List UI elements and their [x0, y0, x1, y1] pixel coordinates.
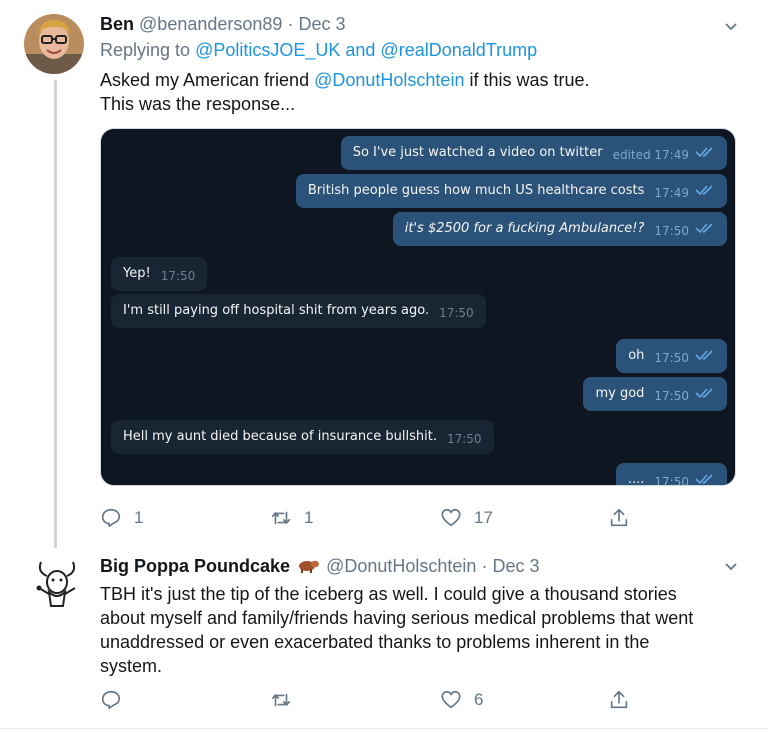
user-handle[interactable]: @DonutHolschtein	[326, 556, 476, 576]
chat-message-time: 17:50	[654, 389, 689, 403]
tweet-big-poppa-poundcake[interactable]: Big Poppa Poundcake @DonutHolschtein · D…	[0, 548, 768, 732]
chat-message-text: Yep!	[123, 266, 151, 281]
chat-message-time: 17:50	[439, 306, 474, 320]
reply-icon	[101, 508, 121, 528]
replying-to-users-link[interactable]: @PoliticsJOE_UK and @realDonaldTrump	[195, 40, 537, 60]
double-check-icon	[695, 185, 713, 196]
display-name[interactable]: Ben	[100, 14, 134, 34]
chat-message-time: 17:50	[654, 351, 689, 365]
share-button[interactable]	[608, 506, 630, 530]
retweet-button[interactable]: 1	[270, 506, 313, 530]
tweet-text-line: TBH it's just the tip of the iceberg as …	[100, 584, 677, 604]
chat-message-time: edited 17:49	[612, 148, 689, 162]
chat-message: Hell my aunt died because of insurance b…	[111, 420, 494, 454]
avatar[interactable]	[27, 554, 87, 614]
chat-message-text: I'm still paying off hospital shit from …	[123, 303, 430, 318]
chat-message: Yep! 17:50	[111, 257, 208, 291]
chat-message-time: 17:50	[654, 224, 689, 238]
double-check-icon	[695, 147, 713, 158]
chat-message-time: 17:50	[160, 269, 196, 283]
tweet-header: Ben @benanderson89 · Dec 3	[100, 14, 345, 35]
replying-prefix: Replying to	[100, 40, 191, 60]
double-check-icon	[695, 350, 713, 361]
tweet-text-line: unaddressed or even exacerbated thanks t…	[100, 632, 650, 652]
retweet-button[interactable]	[270, 688, 304, 712]
tweet-text-line: This was the response...	[100, 94, 296, 114]
like-button[interactable]: 17	[440, 506, 493, 530]
tweet-text-line: about myself and family/friends having s…	[100, 608, 694, 628]
chat-message: So I've just watched a video on twitter e…	[340, 136, 727, 170]
share-button[interactable]	[608, 688, 630, 712]
avatar[interactable]	[24, 14, 84, 74]
chat-message-text: ....	[627, 472, 645, 486]
tweet-date[interactable]: Dec 3	[492, 556, 539, 576]
chat-message-text: Hell my aunt died because of insurance b…	[123, 429, 437, 444]
chat-screenshot-image[interactable]: So I've just watched a video on twitter e…	[100, 128, 736, 486]
reply-count: 1	[134, 508, 144, 527]
tweet-text: TBH it's just the tip of the iceberg as …	[100, 582, 693, 678]
heart-icon	[441, 690, 461, 709]
display-name[interactable]: Big Poppa Poundcake	[100, 556, 290, 576]
replying-to: Replying to @PoliticsJOE_UK and @realDon…	[100, 40, 537, 61]
mention-link[interactable]: @DonutHolschtein	[314, 70, 464, 90]
bottom-divider	[0, 728, 768, 729]
double-check-icon	[695, 223, 713, 234]
chat-message: oh 17:50	[616, 339, 727, 373]
tweet-header: Big Poppa Poundcake @DonutHolschtein · D…	[100, 556, 539, 577]
chat-message: .... 17:50	[615, 463, 727, 486]
chat-message-text: oh	[628, 348, 645, 363]
chat-message: my god 17:50	[583, 377, 727, 411]
chat-message-text: it's $2500 for a fucking Ambulance!?	[404, 221, 645, 236]
double-check-icon	[695, 388, 713, 399]
tweet-text: Asked my American friend @DonutHolschtei…	[100, 68, 590, 116]
heart-icon	[441, 508, 461, 527]
share-icon	[610, 690, 628, 709]
like-count: 17	[474, 508, 493, 527]
chat-message-time: 17:50	[654, 475, 689, 486]
chat-message: it's $2500 for a fucking Ambulance!? 17:5…	[392, 212, 727, 246]
retweet-icon	[271, 511, 291, 525]
cow-emoji-icon	[299, 560, 320, 573]
user-handle[interactable]: @benanderson89	[139, 14, 282, 34]
tweet-text-part: if this was true.	[469, 70, 590, 90]
tweet-actions: 1 1 17	[100, 506, 660, 530]
retweet-icon	[271, 693, 291, 707]
chat-message: I'm still paying off hospital shit from …	[111, 294, 486, 328]
share-icon	[610, 508, 628, 527]
chat-message-time: 17:49	[654, 186, 689, 200]
like-count: 6	[474, 690, 484, 709]
chat-message-text: So I've just watched a video on twitter	[352, 145, 603, 160]
reply-button[interactable]: 1	[100, 506, 143, 530]
chat-message-text: British people guess how much US healthc…	[307, 183, 645, 198]
separator: ·	[481, 556, 488, 576]
avatar-bull-drawing	[36, 561, 76, 607]
double-check-icon	[695, 474, 713, 485]
avatar-photo	[24, 14, 84, 74]
separator: ·	[287, 14, 294, 34]
chat-message: British people guess how much US healthc…	[295, 174, 727, 208]
chat-message-text: my god	[595, 386, 645, 401]
tweet-text-part: Asked my American friend	[100, 70, 310, 90]
tweet-actions: 6	[100, 688, 660, 712]
chevron-down-icon[interactable]	[724, 20, 738, 34]
chat-message-time: 17:50	[446, 432, 482, 446]
tweet-ben[interactable]: Ben @benanderson89 · Dec 3 Replying to @…	[0, 0, 768, 548]
chevron-down-icon[interactable]	[724, 560, 738, 574]
like-button[interactable]: 6	[440, 688, 483, 712]
retweet-count: 1	[304, 508, 314, 527]
tweet-text-line: system.	[100, 656, 163, 676]
thread-line	[54, 80, 57, 548]
reply-button[interactable]	[100, 688, 134, 712]
reply-icon	[101, 690, 121, 710]
tweet-date[interactable]: Dec 3	[298, 14, 345, 34]
